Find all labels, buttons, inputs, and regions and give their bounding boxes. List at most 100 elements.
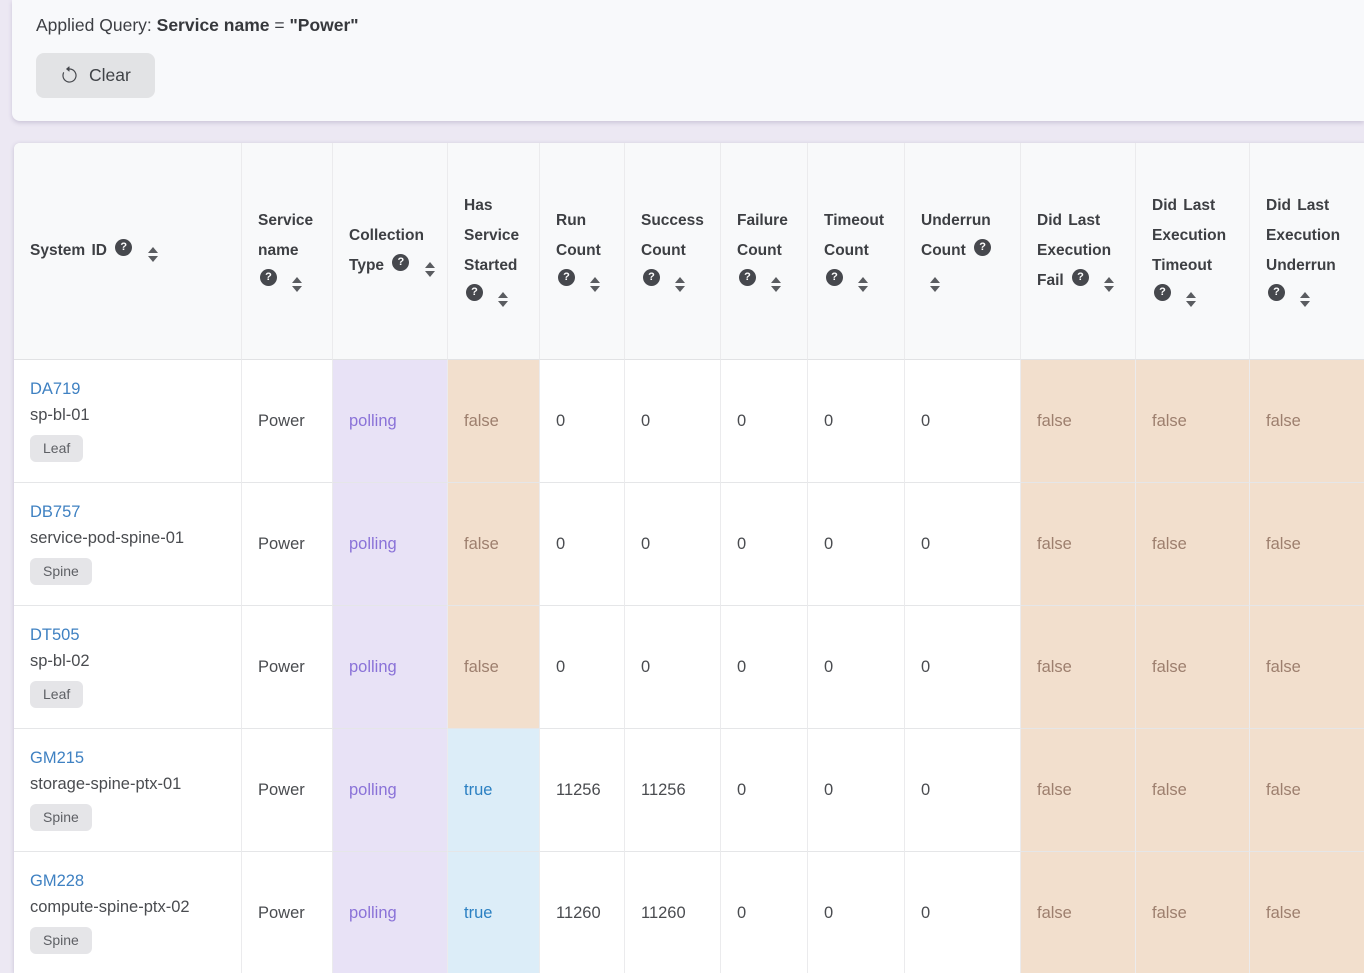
clear-query-button[interactable]: Clear (36, 53, 155, 98)
cell-value: false (1266, 535, 1301, 553)
cell-service_name: Power (242, 852, 333, 973)
cell-value: 0 (556, 412, 565, 430)
sort-icon[interactable] (1104, 277, 1114, 292)
clear-button-label: Clear (89, 65, 131, 86)
sort-icon[interactable] (1186, 292, 1196, 307)
sort-icon[interactable] (858, 277, 868, 292)
cell-value: 11260 (556, 904, 601, 922)
cell-collection_type: polling (333, 729, 448, 852)
col-header-label: Did Last Execution Underrun (1266, 197, 1340, 274)
col-header-label: Has Service Started (464, 197, 519, 274)
cell-value: false (1152, 412, 1187, 430)
sort-icon[interactable] (148, 247, 158, 262)
cell-run_count: 11256 (540, 729, 625, 852)
cell-success_count: 11260 (625, 852, 721, 973)
cell-system_id: DB757service-pod-spine-01Spine (14, 483, 242, 606)
system-id-link[interactable]: DB757 (30, 503, 80, 521)
cell-value: 0 (556, 658, 565, 676)
sort-icon[interactable] (1300, 292, 1310, 307)
cell-has_service_started: true (448, 729, 540, 852)
cell-value: false (1266, 904, 1301, 922)
role-badge: Leaf (30, 681, 83, 707)
cell-success_count: 11256 (625, 729, 721, 852)
query-operator: = (274, 15, 284, 35)
table-row: DB757service-pod-spine-01SpinePower polli… (14, 483, 1364, 606)
sort-icon[interactable] (590, 277, 600, 292)
system-id-link[interactable]: GM228 (30, 872, 84, 890)
table-row: GM228compute-spine-ptx-02SpinePower polli… (14, 852, 1364, 973)
col-header-did_last_execution_timeout: Did Last Execution Timeout ? (1136, 143, 1250, 360)
system-id-link[interactable]: GM215 (30, 749, 84, 767)
cell-did_last_execution_timeout: false (1136, 852, 1250, 973)
cell-did_last_execution_timeout: false (1136, 606, 1250, 729)
cell-service_name: Power (242, 483, 333, 606)
cell-did_last_execution_timeout: false (1136, 360, 1250, 483)
help-icon[interactable]: ? (1072, 269, 1089, 286)
cell-success_count: 0 (625, 606, 721, 729)
cell-value: polling (349, 781, 397, 799)
cell-failure_count: 0 (721, 483, 808, 606)
help-icon[interactable]: ? (739, 269, 756, 286)
cell-collection_type: polling (333, 606, 448, 729)
sort-icon[interactable] (498, 292, 508, 307)
help-icon[interactable]: ? (115, 239, 132, 256)
col-header-label: Did Last Execution Timeout (1152, 197, 1226, 274)
cell-value: 0 (641, 412, 650, 430)
cell-did_last_execution_timeout: false (1136, 729, 1250, 852)
col-header-label: Timeout Count (824, 212, 884, 259)
cell-value: 0 (737, 904, 746, 922)
cell-failure_count: 0 (721, 606, 808, 729)
cell-did_last_execution_fail: false (1021, 606, 1136, 729)
sort-icon[interactable] (292, 277, 302, 292)
cell-value: polling (349, 535, 397, 553)
cell-value: true (464, 781, 492, 799)
col-header-label: Run Count (556, 212, 601, 259)
help-icon[interactable]: ? (1154, 284, 1171, 301)
help-icon[interactable]: ? (1268, 284, 1285, 301)
cell-timeout_count: 0 (808, 729, 905, 852)
help-icon[interactable]: ? (643, 269, 660, 286)
cell-value: false (1266, 658, 1301, 676)
cell-did_last_execution_underrun: false (1250, 729, 1364, 852)
role-badge: Spine (30, 804, 92, 830)
help-icon[interactable]: ? (826, 269, 843, 286)
query-prefix: Applied Query: (36, 15, 152, 35)
system-id-link[interactable]: DT505 (30, 626, 80, 644)
cell-value: 0 (824, 904, 833, 922)
sort-icon[interactable] (930, 277, 940, 292)
cell-system_id: GM228compute-spine-ptx-02Spine (14, 852, 242, 973)
cell-value: 0 (824, 781, 833, 799)
col-header-service_name: Service name ? (242, 143, 333, 360)
cell-value: false (1266, 412, 1301, 430)
help-icon[interactable]: ? (466, 284, 483, 301)
help-icon[interactable]: ? (974, 239, 991, 256)
cell-value: false (1152, 658, 1187, 676)
applied-query-banner: Applied Query: Service name = "Power" Cl… (12, 0, 1364, 121)
help-icon[interactable]: ? (558, 269, 575, 286)
cell-value: true (464, 904, 492, 922)
cell-value: 0 (921, 412, 930, 430)
cell-failure_count: 0 (721, 729, 808, 852)
col-header-underrun_count: Underrun Count ? (905, 143, 1021, 360)
cell-timeout_count: 0 (808, 360, 905, 483)
cell-value: polling (349, 904, 397, 922)
cell-system_id: DT505sp-bl-02Leaf (14, 606, 242, 729)
cell-has_service_started: false (448, 360, 540, 483)
sort-icon[interactable] (675, 277, 685, 292)
cell-timeout_count: 0 (808, 852, 905, 973)
sort-icon[interactable] (425, 262, 435, 277)
col-header-label: System ID (30, 242, 107, 259)
table-row: DT505sp-bl-02LeafPowerpollingfalse00000f… (14, 606, 1364, 729)
table-header-row: System ID ? Service name ? Collection Ty… (14, 143, 1364, 360)
sort-icon[interactable] (771, 277, 781, 292)
cell-did_last_execution_underrun: false (1250, 483, 1364, 606)
system-id-link[interactable]: DA719 (30, 380, 80, 398)
col-header-collection_type: Collection Type ? (333, 143, 448, 360)
cell-failure_count: 0 (721, 852, 808, 973)
cell-run_count: 0 (540, 606, 625, 729)
cell-value: 0 (824, 535, 833, 553)
cell-did_last_execution_timeout: false (1136, 483, 1250, 606)
cell-timeout_count: 0 (808, 483, 905, 606)
help-icon[interactable]: ? (260, 269, 277, 286)
help-icon[interactable]: ? (392, 254, 409, 271)
